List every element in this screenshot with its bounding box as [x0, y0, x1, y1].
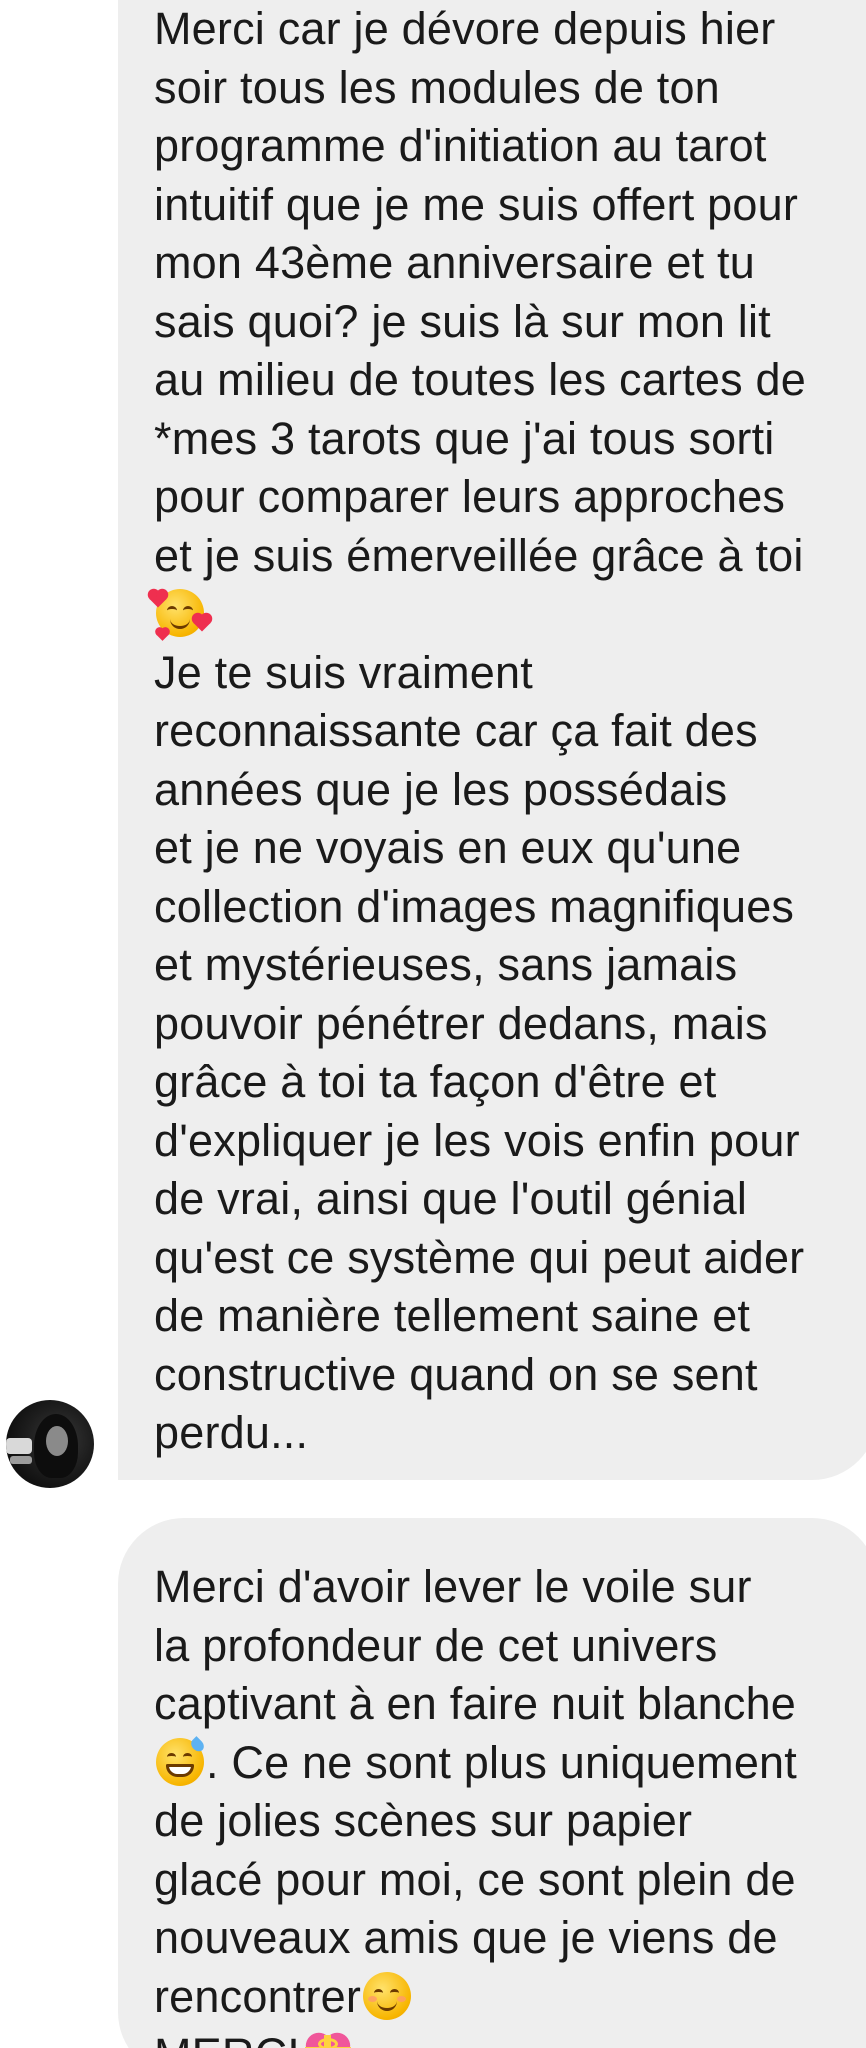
message-line-with-emoji: MERCI — [154, 2026, 858, 2048]
avatar-face — [46, 1426, 68, 1456]
message-line-with-emoji: rencontrer — [154, 1968, 858, 2027]
message-line-with-emoji: . Ce ne sont plus uniquement — [154, 1734, 858, 1793]
message-line: qu'est ce système qui peut aider — [154, 1231, 805, 1283]
message-line: de jolies scènes sur papier — [154, 1795, 693, 1846]
message-line: pour comparer leurs approches — [154, 471, 786, 522]
message-bubble-1[interactable]: Merci car je dévore depuis hier soir tou… — [118, 0, 866, 1480]
message-bubble-2[interactable]: Merci d'avoir lever le voile sur la prof… — [118, 1518, 866, 2048]
message-line: grâce à toi ta façon d'être et — [154, 1056, 717, 1107]
message-line: glacé pour moi, ce sont plein de — [154, 1853, 796, 1905]
message-line: *mes 3 tarots que j'ai tous sorti — [154, 412, 775, 464]
message-line: Merci car je dévore depuis hier — [154, 3, 776, 54]
message-line: de manière tellement saine et — [154, 1290, 751, 1341]
message-line: de vrai, ainsi que l'outil génial — [154, 1173, 748, 1224]
message-line: la profondeur de cet univers — [154, 1619, 718, 1671]
message-line: soir tous les modules de ton — [154, 61, 720, 113]
message-line: mon 43ème anniversaire et tu — [154, 237, 755, 288]
smiling-face-icon — [363, 1971, 412, 2020]
message-line: Je te suis vraiment — [154, 646, 533, 698]
message-line: et je ne voyais en eux qu'une — [154, 822, 742, 873]
message-line: et mystérieuses, sans jamais — [154, 939, 738, 990]
avatar-light-2 — [10, 1456, 32, 1464]
message-text: MERCI — [154, 2029, 300, 2048]
message-line: constructive quand on se sent — [154, 1348, 758, 1400]
message-line-emoji — [149, 585, 858, 644]
heart-with-ribbon-icon — [302, 2030, 354, 2048]
message-line: reconnaissante car ça fait des — [154, 705, 758, 756]
message-line: captivant à en faire nuit blanche — [154, 1678, 797, 1729]
message-line: et je suis émerveillée grâce à toi — [154, 529, 804, 581]
message-line: d'expliquer je les vois enfin pour — [154, 1114, 800, 1166]
message-text: . Ce ne sont plus uniquement — [206, 1736, 797, 1788]
message-line: Merci d'avoir lever le voile sur — [154, 1561, 752, 1612]
message-line: nouveaux amis que je viens de — [154, 1912, 778, 1963]
message-line: pouvoir pénétrer dedans, mais — [154, 997, 768, 1049]
avatar[interactable] — [6, 1400, 94, 1488]
message-line: programme d'initiation au tarot — [154, 120, 767, 171]
grinning-face-with-sweat-icon — [156, 1735, 207, 1786]
message-line: au milieu de toutes les cartes de — [154, 354, 806, 405]
smiling-face-with-hearts-icon — [149, 589, 211, 641]
message-line: sais quoi? je suis là sur mon lit — [154, 295, 771, 347]
message-line: perdu... — [154, 1407, 309, 1458]
message-line: collection d'images magnifiques — [154, 880, 795, 932]
message-text: rencontrer — [154, 1970, 362, 2022]
avatar-light — [6, 1438, 32, 1454]
message-line: intuitif que je me suis offert pour — [154, 178, 799, 230]
message-line: années que je les possédais — [154, 763, 728, 815]
